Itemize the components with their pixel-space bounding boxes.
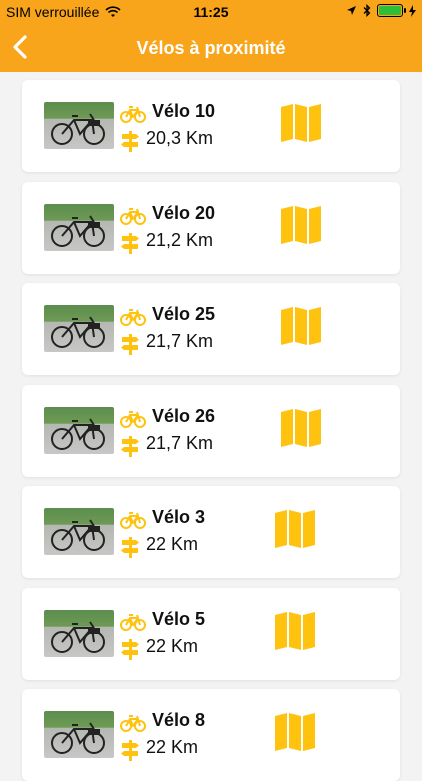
map-icon[interactable] bbox=[280, 103, 322, 143]
map-icon[interactable] bbox=[280, 408, 322, 448]
bicycle-icon bbox=[120, 410, 146, 428]
signpost-icon bbox=[121, 334, 139, 355]
signpost-icon bbox=[121, 537, 139, 558]
signpost-icon bbox=[121, 638, 139, 660]
bluetooth-icon bbox=[363, 4, 371, 17]
bike-name: Vélo 25 bbox=[152, 304, 216, 324]
bike-card[interactable]: Vélo 5 22 Km bbox=[22, 587, 400, 680]
bicycle-icon bbox=[120, 309, 146, 326]
bike-name: Vélo 10 bbox=[152, 101, 216, 121]
app-header: SIM verrouillée 11:25 Vélos à proximité bbox=[0, 0, 422, 72]
bike-photo bbox=[44, 508, 114, 555]
bike-card[interactable]: Vélo 10 20,3 Km bbox=[22, 80, 400, 172]
signpost-icon bbox=[121, 232, 139, 254]
bicycle-icon bbox=[120, 613, 146, 631]
bike-distance: 20,3 Km bbox=[146, 128, 214, 148]
bike-photo bbox=[44, 406, 114, 454]
bike-card[interactable]: Vélo 3 22 Km bbox=[22, 486, 400, 578]
bicycle-icon bbox=[120, 715, 146, 732]
bike-distance: 22 Km bbox=[146, 534, 199, 554]
map-icon[interactable] bbox=[274, 712, 316, 752]
bike-distance: 21,7 Km bbox=[146, 432, 214, 453]
bike-photo bbox=[44, 609, 114, 657]
bike-distance: 21,7 Km bbox=[146, 331, 214, 351]
bike-card[interactable]: Vélo 8 22 Km bbox=[22, 689, 400, 781]
bike-card[interactable]: Vélo 26 21,7 Km bbox=[22, 384, 400, 477]
bike-photo bbox=[44, 203, 114, 251]
page-title: Vélos à proximité bbox=[136, 38, 286, 58]
bike-photo bbox=[44, 711, 114, 758]
bike-photo bbox=[44, 102, 114, 149]
signpost-icon bbox=[121, 740, 139, 761]
bike-card[interactable]: Vélo 25 21,7 Km bbox=[22, 283, 400, 375]
charging-bolt-icon bbox=[409, 4, 416, 17]
status-bar: SIM verrouillée 11:25 bbox=[0, 0, 422, 24]
bike-name: Vélo 8 bbox=[152, 710, 206, 730]
bike-distance: 22 Km bbox=[146, 737, 199, 757]
bike-photo bbox=[44, 305, 114, 352]
signpost-icon bbox=[121, 435, 139, 457]
bike-name: Vélo 20 bbox=[152, 202, 216, 223]
bicycle-icon bbox=[120, 207, 146, 225]
signpost-icon bbox=[121, 131, 139, 152]
bike-name: Vélo 26 bbox=[152, 405, 216, 426]
bike-distance: 21,2 Km bbox=[146, 229, 214, 250]
battery-icon bbox=[377, 4, 406, 17]
bike-name: Vélo 3 bbox=[152, 507, 206, 527]
map-icon[interactable] bbox=[280, 205, 322, 245]
bike-card[interactable]: Vélo 20 21,2 Km bbox=[22, 181, 400, 274]
location-arrow-icon bbox=[347, 6, 356, 15]
bike-name: Vélo 5 bbox=[152, 608, 206, 629]
bicycle-icon bbox=[120, 106, 146, 123]
bicycle-icon bbox=[120, 512, 146, 529]
map-icon[interactable] bbox=[274, 611, 316, 651]
bike-distance: 22 Km bbox=[146, 635, 199, 656]
map-icon[interactable] bbox=[274, 509, 316, 549]
map-icon[interactable] bbox=[280, 306, 322, 346]
